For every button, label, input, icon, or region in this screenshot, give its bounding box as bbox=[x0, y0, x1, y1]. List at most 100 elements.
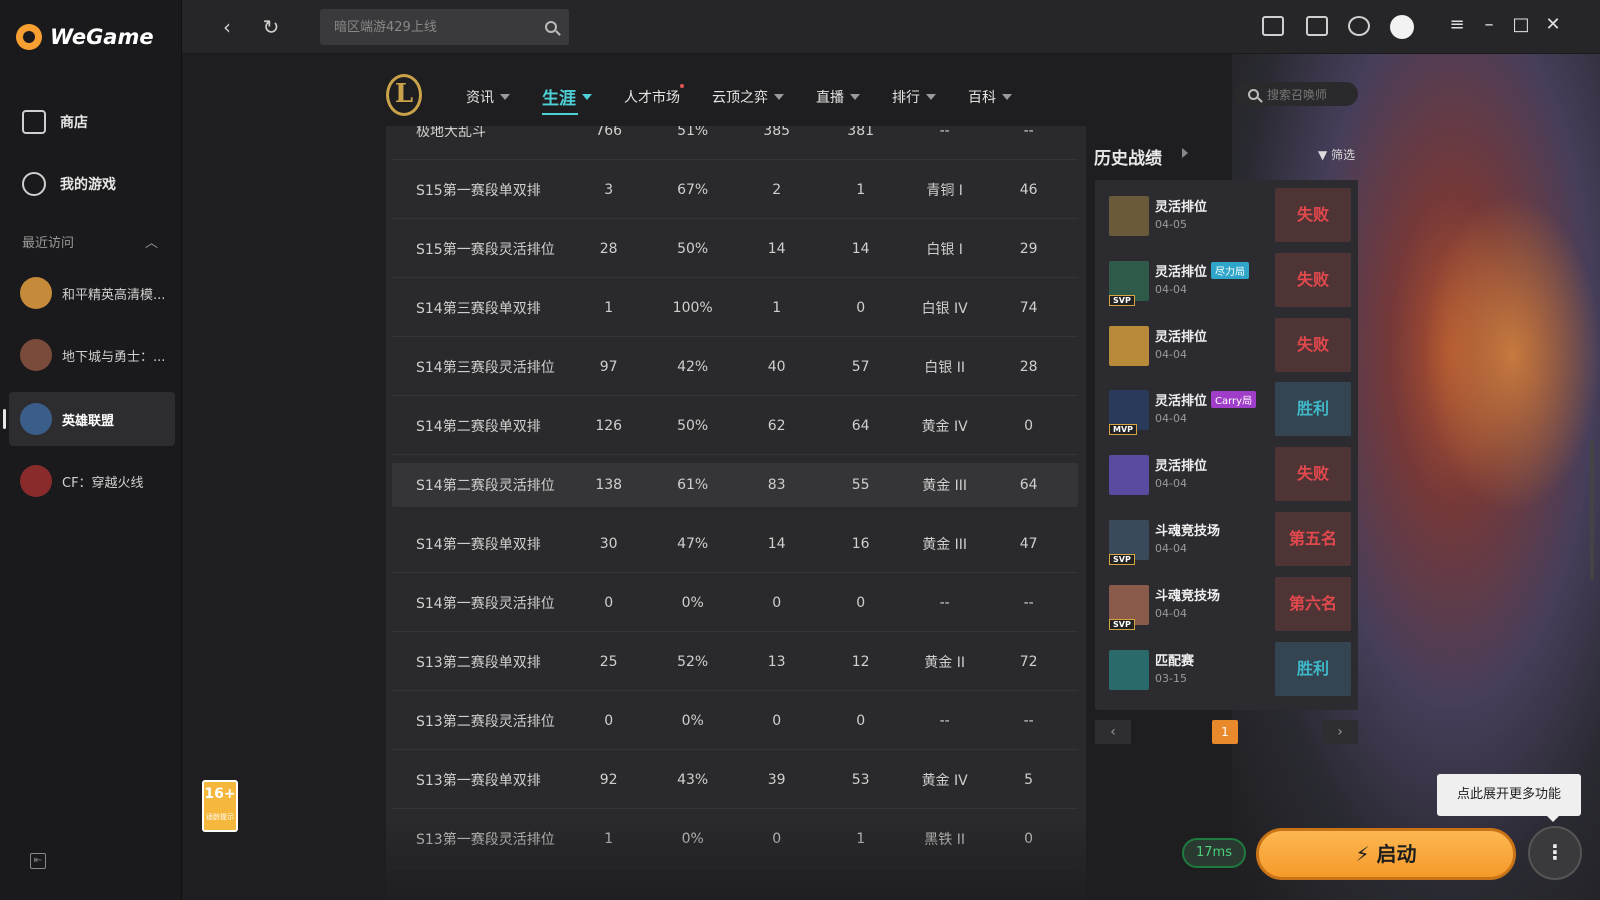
match-item[interactable]: SVP 斗魂竞技场 04-04 第六名 bbox=[1095, 576, 1358, 633]
match-item[interactable]: MVP 灵活排位 Carry局 04-04 胜利 bbox=[1095, 382, 1358, 438]
table-cell: 0 bbox=[772, 594, 782, 611]
scrollbar[interactable] bbox=[1590, 440, 1594, 580]
match-item[interactable]: 灵活排位 04-05 失败 bbox=[1095, 188, 1358, 244]
wegame-logo[interactable]: WeGame bbox=[16, 24, 154, 50]
table-cell: S14第三赛段单双排 bbox=[416, 300, 541, 317]
match-item[interactable]: SVP 灵活排位 尽力局 04-04 失败 bbox=[1095, 252, 1358, 309]
collapse-sidebar-button[interactable]: ⇤ bbox=[30, 853, 46, 869]
table-row[interactable]: S13第一赛段单双排 92 43% 39 53 黄金 IV 5 bbox=[392, 751, 1078, 809]
tab-tft[interactable]: 云顶之弈 bbox=[712, 84, 784, 109]
tab-label: 云顶之弈 bbox=[712, 89, 768, 106]
table-cell: 39 bbox=[767, 771, 786, 788]
table-row[interactable]: S14第二赛段灵活排位 138 61% 83 55 黄金 III 64 bbox=[392, 463, 1078, 507]
table-cell: 97 bbox=[599, 358, 618, 375]
recent-header[interactable]: 最近访问 ︿ bbox=[22, 232, 158, 251]
match-item[interactable]: 匹配赛 03-15 胜利 bbox=[1095, 641, 1358, 698]
table-row[interactable]: S13第二赛段灵活排位 0 0% 0 0 -- -- bbox=[392, 692, 1078, 750]
table-row[interactable]: S13第一赛段灵活排位 1 0% 0 1 黑铁 II 0 bbox=[392, 810, 1078, 868]
match-result: 失败 bbox=[1275, 317, 1351, 372]
table-row[interactable]: S15第一赛段单双排 3 67% 2 1 青铜 I 46 bbox=[392, 161, 1078, 219]
recent-item-dnf[interactable]: 地下城与勇士：... bbox=[9, 328, 175, 382]
match-date: 04-04 bbox=[1155, 412, 1187, 426]
match-date: 04-04 bbox=[1155, 477, 1187, 491]
close-button[interactable]: ✕ bbox=[1542, 14, 1564, 35]
recent-item-cf[interactable]: CF：穿越火线 bbox=[9, 454, 175, 508]
table-row[interactable]: S15第一赛段灵活排位 28 50% 14 14 白银 I 29 bbox=[392, 220, 1078, 278]
match-item[interactable]: 灵活排位 04-04 失败 bbox=[1095, 447, 1358, 503]
tab-news[interactable]: 资讯 bbox=[466, 84, 510, 109]
ping-indicator: 17ms bbox=[1182, 838, 1246, 868]
table-cell: 3 bbox=[604, 181, 614, 198]
search-input[interactable] bbox=[332, 18, 522, 36]
table-cell: 0 bbox=[604, 594, 614, 611]
table-row[interactable]: S14第一赛段灵活排位 0 0% 0 0 -- -- bbox=[392, 574, 1078, 632]
table-cell: 0 bbox=[856, 299, 866, 316]
filter-button[interactable]: ▼ 筛选 bbox=[1318, 146, 1355, 163]
tab-talent-market[interactable]: 人才市场 bbox=[624, 84, 684, 109]
lol-logo[interactable]: L bbox=[386, 74, 422, 116]
game-nav: 资讯 生涯 人才市场 云顶之弈 直播 排行 百科 bbox=[466, 84, 1044, 115]
global-search[interactable] bbox=[320, 9, 569, 45]
menu-icon[interactable]: ≡ bbox=[1446, 14, 1468, 35]
table-row[interactable]: S14第一赛段单双排 30 47% 14 16 黄金 III 47 bbox=[392, 515, 1078, 573]
table-cell: 黄金 II bbox=[924, 654, 965, 671]
tab-career[interactable]: 生涯 bbox=[542, 84, 592, 115]
search-icon bbox=[1248, 88, 1259, 100]
message-icon[interactable] bbox=[1306, 16, 1328, 36]
table-cell: S15第一赛段单双排 bbox=[416, 182, 541, 199]
summoner-search[interactable]: 搜索召唤师 bbox=[1234, 82, 1358, 106]
recent-item-lol[interactable]: 英雄联盟 bbox=[3, 392, 175, 446]
sidebar-item-shop[interactable]: 商店 bbox=[22, 110, 88, 134]
minimize-button[interactable]: – bbox=[1478, 14, 1500, 35]
back-button[interactable]: ‹ bbox=[214, 14, 240, 40]
table-row[interactable]: 极地大乱斗 766 51% 385 381 -- -- bbox=[392, 126, 1078, 160]
table-cell: 83 bbox=[767, 476, 786, 493]
age-note: 适龄提示 bbox=[206, 813, 234, 821]
table-cell: 30 bbox=[599, 535, 618, 552]
table-row[interactable]: S13第二赛段单双排 25 52% 13 12 黄金 II 72 bbox=[392, 633, 1078, 691]
more-options-button[interactable]: ⋮ bbox=[1528, 826, 1582, 880]
age-rating: 16+ bbox=[204, 786, 236, 802]
page-number[interactable]: 1 bbox=[1212, 720, 1238, 744]
maximize-button[interactable]: □ bbox=[1510, 14, 1532, 35]
match-date: 04-04 bbox=[1155, 347, 1187, 361]
match-item[interactable]: 灵活排位 04-04 失败 bbox=[1095, 317, 1358, 374]
app-name: WeGame bbox=[50, 25, 154, 49]
prev-page-button[interactable]: ‹ bbox=[1095, 720, 1131, 744]
table-cell: 14 bbox=[851, 240, 870, 257]
chevron-right-icon[interactable] bbox=[1182, 148, 1188, 158]
tab-label: 排行 bbox=[892, 89, 920, 106]
sidebar-item-my-games[interactable]: 我的游戏 bbox=[22, 172, 116, 196]
folder-icon[interactable] bbox=[1262, 16, 1284, 36]
table-cell: 55 bbox=[851, 476, 870, 493]
table-row[interactable]: S14第三赛段灵活排位 97 42% 40 57 白银 II 28 bbox=[392, 338, 1078, 396]
recent-item-label: 地下城与勇士：... bbox=[62, 349, 166, 365]
table-cell: S13第二赛段单双排 bbox=[416, 654, 541, 671]
table-cell: 67% bbox=[677, 181, 709, 198]
table-cell: 381 bbox=[847, 126, 875, 139]
match-item[interactable]: SVP 斗魂竞技场 04-04 第五名 bbox=[1095, 512, 1358, 568]
table-cell: -- bbox=[1023, 594, 1034, 611]
avatar[interactable] bbox=[1390, 15, 1414, 39]
table-row[interactable]: S14第二赛段单双排 126 50% 62 64 黄金 IV 0 bbox=[392, 397, 1078, 455]
launch-button[interactable]: ⚡ 启动 bbox=[1256, 828, 1516, 880]
tab-wiki[interactable]: 百科 bbox=[968, 84, 1012, 109]
table-cell: 黑铁 II bbox=[924, 831, 965, 848]
search-icon[interactable] bbox=[545, 21, 557, 33]
table-cell: 0 bbox=[856, 594, 866, 611]
match-mode-label: 匹配赛 bbox=[1155, 653, 1195, 669]
match-date: 04-04 bbox=[1155, 606, 1187, 620]
table-cell: -- bbox=[1023, 712, 1034, 729]
download-icon[interactable] bbox=[1348, 16, 1370, 36]
season-stats-table[interactable]: 极地大乱斗 766 51% 385 381 -- -- S15第一赛段单双排 3 67% 2 1 青铜 … bbox=[386, 126, 1086, 900]
sidebar-item-label: 我的游戏 bbox=[60, 177, 116, 193]
table-row[interactable]: S14第三赛段单双排 1 100% 1 0 白银 IV 74 bbox=[392, 279, 1078, 337]
history-title[interactable]: 历史战绩 bbox=[1094, 144, 1162, 169]
tab-live[interactable]: 直播 bbox=[816, 84, 860, 109]
table-cell: 50% bbox=[677, 417, 709, 434]
tab-ranking[interactable]: 排行 bbox=[892, 84, 936, 109]
next-page-button[interactable]: › bbox=[1322, 720, 1358, 744]
refresh-button[interactable]: ↻ bbox=[258, 14, 284, 40]
performance-badge: SVP bbox=[1109, 618, 1135, 630]
recent-item-pubg[interactable]: 和平精英高清模... bbox=[9, 266, 175, 320]
